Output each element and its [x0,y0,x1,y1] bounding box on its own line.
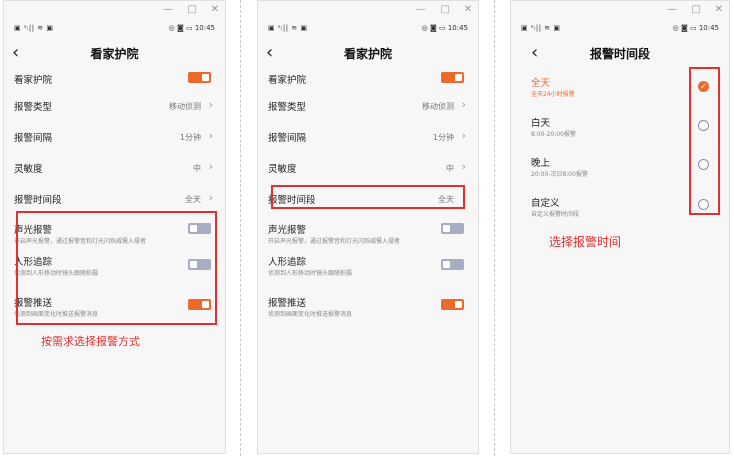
toggle-knob [455,301,462,308]
maximize-button[interactable]: □ [188,4,197,16]
highlight-box [689,67,720,215]
settings-row-alarm-interval[interactable]: 报警间隔 1分钟 › [14,129,215,144]
settings-row-master: 看家护院 [268,71,468,86]
settings-row-alarm-push: 报警推送 侦测到画面变化时推送报警消息 [268,295,468,319]
settings-row-human-tracking: 人形追踪 侦测到人形移动时镜头跟随拍摄 [268,254,468,278]
panel-separator [240,0,241,456]
minimize-button[interactable]: — [416,4,426,16]
minimize-button[interactable]: — [163,4,173,16]
option-label: 自定义 [531,198,560,209]
page-title: 看家护院 [343,47,392,61]
option-sub: 全天24小时报警 [531,91,575,98]
chevron-right-icon: › [208,160,213,173]
signal-icon: ▣ ᵃᵢ|| ≋ ▣ [521,24,561,32]
row-value: 中 [446,164,454,173]
chevron-right-icon: › [208,98,213,111]
close-button[interactable]: ✕ [464,4,472,16]
highlight-box [16,211,217,325]
page-header: ‹ 报警时间段 [511,43,729,65]
settings-row-sensitivity[interactable]: 灵敏度 中 › [14,160,215,175]
chevron-right-icon: › [208,129,213,142]
chevron-right-icon: › [461,160,466,173]
settings-row-alarm-interval[interactable]: 报警间隔 1分钟 › [268,129,468,144]
chevron-right-icon: › [461,129,466,142]
row-label: 看家护院 [268,75,307,86]
master-toggle[interactable] [441,72,464,83]
highlight-box [271,185,465,209]
row-sub: 侦测到画面变化时推送报警消息 [268,311,353,318]
option-label: 全天 [531,78,551,89]
page-title: 看家护院 [90,47,139,61]
close-button[interactable]: ✕ [715,4,723,16]
option-sub: 自定义报警时间段 [531,211,580,218]
row-value: 移动侦测 [169,102,201,111]
row-label: 报警类型 [14,102,53,113]
human-tracking-toggle[interactable] [441,259,464,270]
option-sub: 20:00-次日8:00报警 [531,171,588,178]
option-label: 晚上 [531,158,551,169]
page-header: ‹ 看家护院 [258,43,478,65]
option-sub: 8:00-20:00报警 [531,131,576,138]
row-label: 报警时间段 [14,195,62,206]
row-sub: 侦测到人形移动时镜头跟随拍摄 [268,270,353,277]
settings-row-master: 看家护院 [14,71,215,86]
annotation-text: 选择报警时间 [549,235,622,249]
settings-row-alarm-type[interactable]: 报警类型 移动侦测 › [14,98,215,113]
window-titlebar: — □ ✕ [4,1,225,21]
maximize-button[interactable]: □ [692,4,701,16]
chevron-right-icon: › [461,98,466,111]
status-time: ◎ ◙ ▭ 10:45 [672,24,719,32]
status-time: ◎ ◙ ▭ 10:45 [421,24,468,32]
status-bar: ▣ ᵃᵢ|| ≋ ▣ ◎ ◙ ▭ 10:45 [511,21,729,35]
close-button[interactable]: ✕ [211,4,219,16]
status-bar: ▣ ᵃᵢ|| ≋ ▣ ◎ ◙ ▭ 10:45 [4,21,225,35]
row-label: 报警类型 [268,102,307,113]
row-sub: 开启声光报警，通过报警音和灯光闪烁威慑入侵者 [268,238,401,245]
row-label: 看家护院 [14,75,53,86]
row-value: 1分钟 [179,133,201,142]
row-label: 报警间隔 [14,133,53,144]
settings-row-alarm-type[interactable]: 报警类型 移动侦测 › [268,98,468,113]
option-label: 白天 [531,118,551,129]
page-header: ‹ 看家护院 [4,43,225,65]
toggle-knob [443,261,450,268]
alarm-push-toggle[interactable] [441,299,464,310]
phone-screen-1: — □ ✕ ▣ ᵃᵢ|| ≋ ▣ ◎ ◙ ▭ 10:45 ‹ 看家护院 看家护院… [3,0,226,454]
row-label: 声光报警 [268,225,307,236]
settings-row-alarm-period[interactable]: 报警时间段 全天 › [14,191,215,206]
toggle-knob [455,74,462,81]
row-value: 全天 [185,195,201,204]
toggle-knob [202,74,209,81]
row-label: 人形追踪 [268,257,307,268]
row-label: 报警推送 [268,298,307,309]
row-label: 报警间隔 [268,133,307,144]
row-value: 中 [193,164,201,173]
panel-separator [494,0,495,456]
row-value: 移动侦测 [422,102,454,111]
row-label: 灵敏度 [268,164,297,175]
window-titlebar: — □ ✕ [511,1,729,21]
settings-row-sensitivity[interactable]: 灵敏度 中 › [268,160,468,175]
annotation-text: 按需求选择报警方式 [41,335,140,348]
phone-screen-2: — □ ✕ ▣ ᵃᵢ|| ≋ ▣ ◎ ◙ ▭ 10:45 ‹ 看家护院 看家护院… [257,0,479,454]
status-time: ◎ ◙ ▭ 10:45 [168,24,215,32]
settings-row-sound-light: 声光报警 开启声光报警，通过报警音和灯光闪烁威慑入侵者 [268,222,468,246]
minimize-button[interactable]: — [667,4,677,16]
master-toggle[interactable] [188,72,211,83]
sound-light-toggle[interactable] [441,223,464,234]
page-title: 报警时间段 [589,47,650,61]
maximize-button[interactable]: □ [441,4,450,16]
window-titlebar: — □ ✕ [258,1,478,21]
row-value: 1分钟 [432,133,454,142]
signal-icon: ▣ ᵃᵢ|| ≋ ▣ [268,24,308,32]
phone-screen-3: — □ ✕ ▣ ᵃᵢ|| ≋ ▣ ◎ ◙ ▭ 10:45 ‹ 报警时间段 全天 … [510,0,730,454]
chevron-right-icon: › [208,191,213,204]
signal-icon: ▣ ᵃᵢ|| ≋ ▣ [14,24,54,32]
toggle-knob [443,225,450,232]
status-bar: ▣ ᵃᵢ|| ≋ ▣ ◎ ◙ ▭ 10:45 [258,21,478,35]
row-label: 灵敏度 [14,164,43,175]
